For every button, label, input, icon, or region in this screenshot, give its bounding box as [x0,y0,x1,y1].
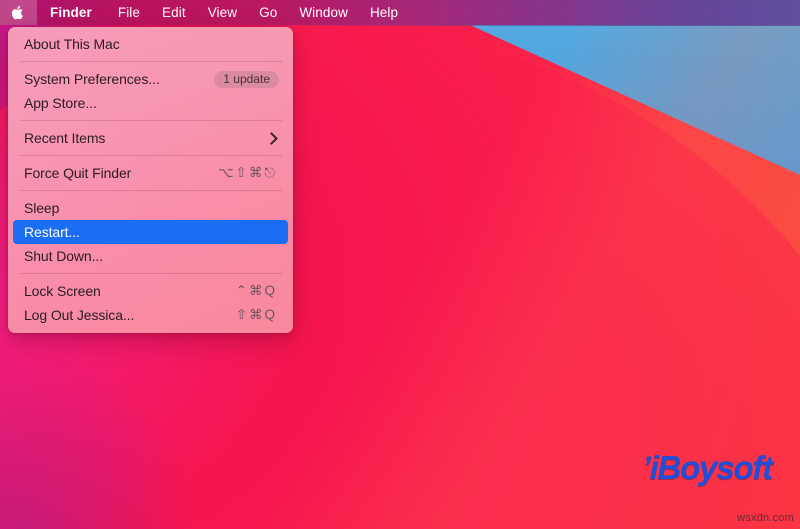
menu-item-label: Restart... [24,224,80,240]
menu-item-about-this-mac[interactable]: About This Mac [13,32,288,56]
menu-item-app-store[interactable]: App Store... [13,91,288,115]
menu-item-system-preferences[interactable]: System Preferences... 1 update [13,67,288,91]
menu-bar: Finder File Edit View Go Window Help [0,0,800,25]
update-badge: 1 update [214,71,279,88]
menu-item-label: Log Out Jessica... [24,307,134,323]
menu-item-log-out[interactable]: Log Out Jessica... ⇧⌘Q [13,303,288,327]
menu-item-lock-screen[interactable]: Lock Screen ⌃⌘Q [13,279,288,303]
menubar-item-help[interactable]: Help [359,0,409,25]
menu-separator [20,120,282,121]
menu-separator [20,155,282,156]
menu-item-sleep[interactable]: Sleep [13,196,288,220]
chevron-right-icon [265,132,278,145]
menu-item-shortcut: ⇧⌘Q [236,307,279,323]
menu-item-recent-items[interactable]: Recent Items [13,126,288,150]
menubar-item-edit[interactable]: Edit [151,0,197,25]
menu-item-label: About This Mac [24,36,120,52]
menu-item-label: Recent Items [24,130,105,146]
menubar-item-view[interactable]: View [197,0,248,25]
logo-tick: ’ [642,451,649,485]
menu-item-label: Sleep [24,200,59,216]
menu-item-label: App Store... [24,95,97,111]
menu-item-shortcut: ⌃⌘Q [236,283,279,299]
menu-item-force-quit-finder[interactable]: Force Quit Finder ⌥⇧⌘⎋ [13,161,288,185]
iboysoft-logo: ’iBoysoft [642,449,772,487]
menu-separator [20,273,282,274]
menu-item-label: System Preferences... [24,71,160,87]
menu-item-shortcut: ⌥⇧⌘⎋ [218,165,279,181]
menu-item-label: Lock Screen [24,283,101,299]
desktop-screen: Finder File Edit View Go Window Help Abo… [0,0,800,529]
menubar-item-file[interactable]: File [107,0,151,25]
menubar-item-window[interactable]: Window [288,0,359,25]
menubar-item-finder[interactable]: Finder [37,0,107,25]
menu-item-label: Force Quit Finder [24,165,131,181]
menu-separator [20,190,282,191]
logo-text: iBoysoft [650,449,772,486]
apple-logo-icon [11,4,26,21]
apple-menu-button[interactable] [0,0,37,25]
menu-item-shut-down[interactable]: Shut Down... [13,244,288,268]
site-watermark: wsxdn.com [737,512,794,524]
menu-item-label: Shut Down... [24,248,103,264]
menu-separator [20,61,282,62]
menu-item-restart[interactable]: Restart... [13,220,288,244]
apple-dropdown-menu: About This Mac System Preferences... 1 u… [8,27,293,333]
menubar-item-go[interactable]: Go [248,0,288,25]
